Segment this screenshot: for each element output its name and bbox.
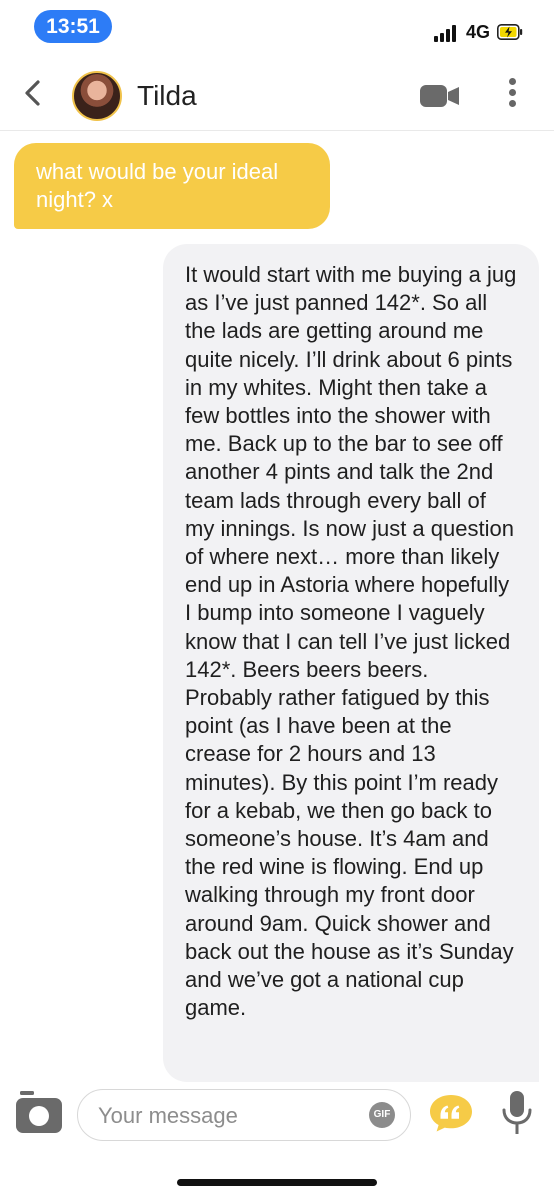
quote-bubble-icon[interactable] — [428, 1093, 474, 1133]
contact-name[interactable]: Tilda — [137, 80, 197, 112]
gif-button[interactable]: GIF — [369, 1102, 395, 1128]
vertical-dots-icon[interactable] — [503, 78, 521, 114]
network-type: 4G — [466, 22, 491, 42]
home-indicator — [177, 1179, 377, 1186]
camera-icon[interactable] — [16, 1091, 62, 1133]
message-text: what would be your ideal night? x — [36, 159, 279, 212]
video-camera-icon[interactable] — [420, 84, 460, 108]
avatar[interactable] — [72, 71, 122, 121]
microphone-icon[interactable] — [500, 1090, 534, 1136]
chat-header: Tilda — [0, 56, 554, 131]
signal-bars-icon — [434, 24, 460, 42]
chevron-left-icon[interactable] — [18, 78, 48, 108]
message-composer: GIF — [0, 1082, 554, 1200]
message-outgoing[interactable]: It would start with me buying a jug as I… — [163, 244, 539, 1082]
battery-charging-icon — [497, 24, 523, 40]
status-time: 13:51 — [34, 10, 112, 43]
message-incoming[interactable]: what would be your ideal night? x — [14, 143, 330, 229]
message-input[interactable] — [96, 1100, 360, 1132]
status-bar: 13:51 4G — [0, 0, 554, 56]
message-input-container: GIF — [77, 1089, 411, 1141]
message-text: It would start with me buying a jug as I… — [185, 262, 517, 1021]
